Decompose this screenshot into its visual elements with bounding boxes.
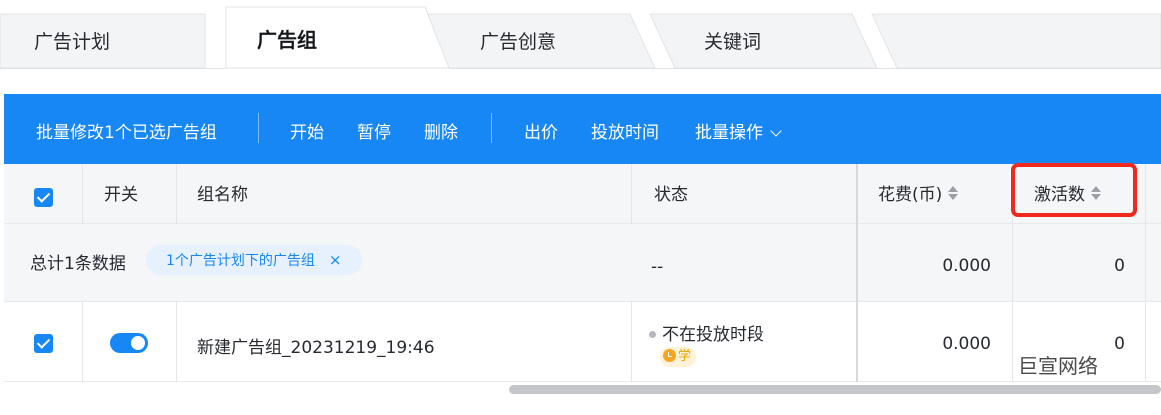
delete-button[interactable]: 删除	[424, 118, 458, 143]
activations-highlight-box	[1011, 163, 1137, 217]
watermark: 巨宣网络	[1018, 354, 1098, 378]
batch-action-toolbar: 批量修改1个已选广告组 开始 暂停 删除 出价 投放时间 批量操作	[4, 94, 1161, 164]
close-icon[interactable]: ×	[329, 251, 342, 269]
chevron-down-icon	[770, 125, 782, 137]
tab-ad-group[interactable]: 广告组	[257, 24, 317, 53]
tab-ad-plan[interactable]: 广告计划	[34, 27, 110, 54]
total-label: 总计1条数据	[30, 254, 126, 274]
header-switch: 开关	[104, 185, 138, 205]
row-checkbox[interactable]	[34, 334, 53, 353]
header-cost[interactable]: 花费(币)	[878, 180, 959, 205]
bid-button[interactable]: 出价	[524, 118, 558, 143]
column-divider	[82, 164, 83, 224]
total-cost: 0.000	[942, 256, 991, 276]
tab-shapes	[0, 0, 1161, 70]
schedule-button[interactable]: 投放时间	[591, 118, 659, 143]
frozen-column-divider	[856, 164, 858, 382]
column-divider	[631, 302, 632, 382]
filter-chip[interactable]: 1个广告计划下的广告组 ×	[146, 245, 362, 275]
group-name[interactable]: 新建广告组_20231219_19:46	[197, 333, 435, 358]
status-text-wrap: 不在投放时段	[649, 320, 764, 345]
toolbar-divider	[491, 113, 492, 143]
batch-ops-dropdown[interactable]: 批量操作	[695, 118, 782, 143]
toolbar-divider	[258, 113, 259, 143]
total-row: 总计1条数据 1个广告计划下的广告组 × -- 0.000 0	[4, 224, 1161, 302]
ad-group-table: 开关 组名称 状态 花费(币) 激活数 总计1条数据 1个广告计划下的广告组 × …	[4, 164, 1161, 382]
tab-keywords[interactable]: 关键词	[704, 27, 761, 54]
total-activations: 0	[1114, 256, 1125, 276]
status-text: 不在投放时段	[662, 325, 764, 345]
batch-edit-button[interactable]: 批量修改1个已选广告组	[36, 118, 217, 143]
header-status: 状态	[654, 185, 688, 205]
ad-management-view: 广告计划 广告组 广告创意 关键词 批量修改1个已选广告组 开始 暂停 删除 出…	[0, 0, 1161, 415]
row-cost: 0.000	[942, 334, 991, 354]
header-cost-label: 花费(币)	[878, 185, 943, 205]
total-status: --	[651, 257, 664, 277]
select-all-checkbox[interactable]	[34, 188, 53, 207]
column-divider	[176, 164, 177, 224]
column-divider	[176, 302, 177, 382]
clock-icon	[663, 349, 676, 362]
status-dot-icon	[649, 331, 656, 338]
table-row[interactable]: 新建广告组_20231219_19:46 不在投放时段 学 0.000 0	[4, 302, 1161, 382]
column-divider	[1145, 164, 1146, 382]
batch-ops-label: 批量操作	[695, 123, 763, 143]
start-button[interactable]: 开始	[290, 118, 324, 143]
status-toggle[interactable]	[110, 333, 148, 353]
column-divider	[82, 302, 83, 382]
table-header-row: 开关 组名称 状态 花费(币) 激活数	[4, 164, 1161, 224]
pause-button[interactable]: 暂停	[357, 118, 391, 143]
horizontal-scrollbar[interactable]	[509, 385, 1161, 394]
sort-icon[interactable]	[948, 185, 959, 201]
header-group-name: 组名称	[197, 185, 248, 205]
column-divider	[631, 164, 632, 224]
learning-badge-label: 学	[678, 349, 692, 364]
tab-bar: 广告计划 广告组 广告创意 关键词	[0, 0, 1161, 70]
tab-ad-creative[interactable]: 广告创意	[480, 27, 556, 54]
filter-chip-label: 1个广告计划下的广告组	[166, 253, 315, 269]
learning-badge: 学	[660, 347, 697, 367]
